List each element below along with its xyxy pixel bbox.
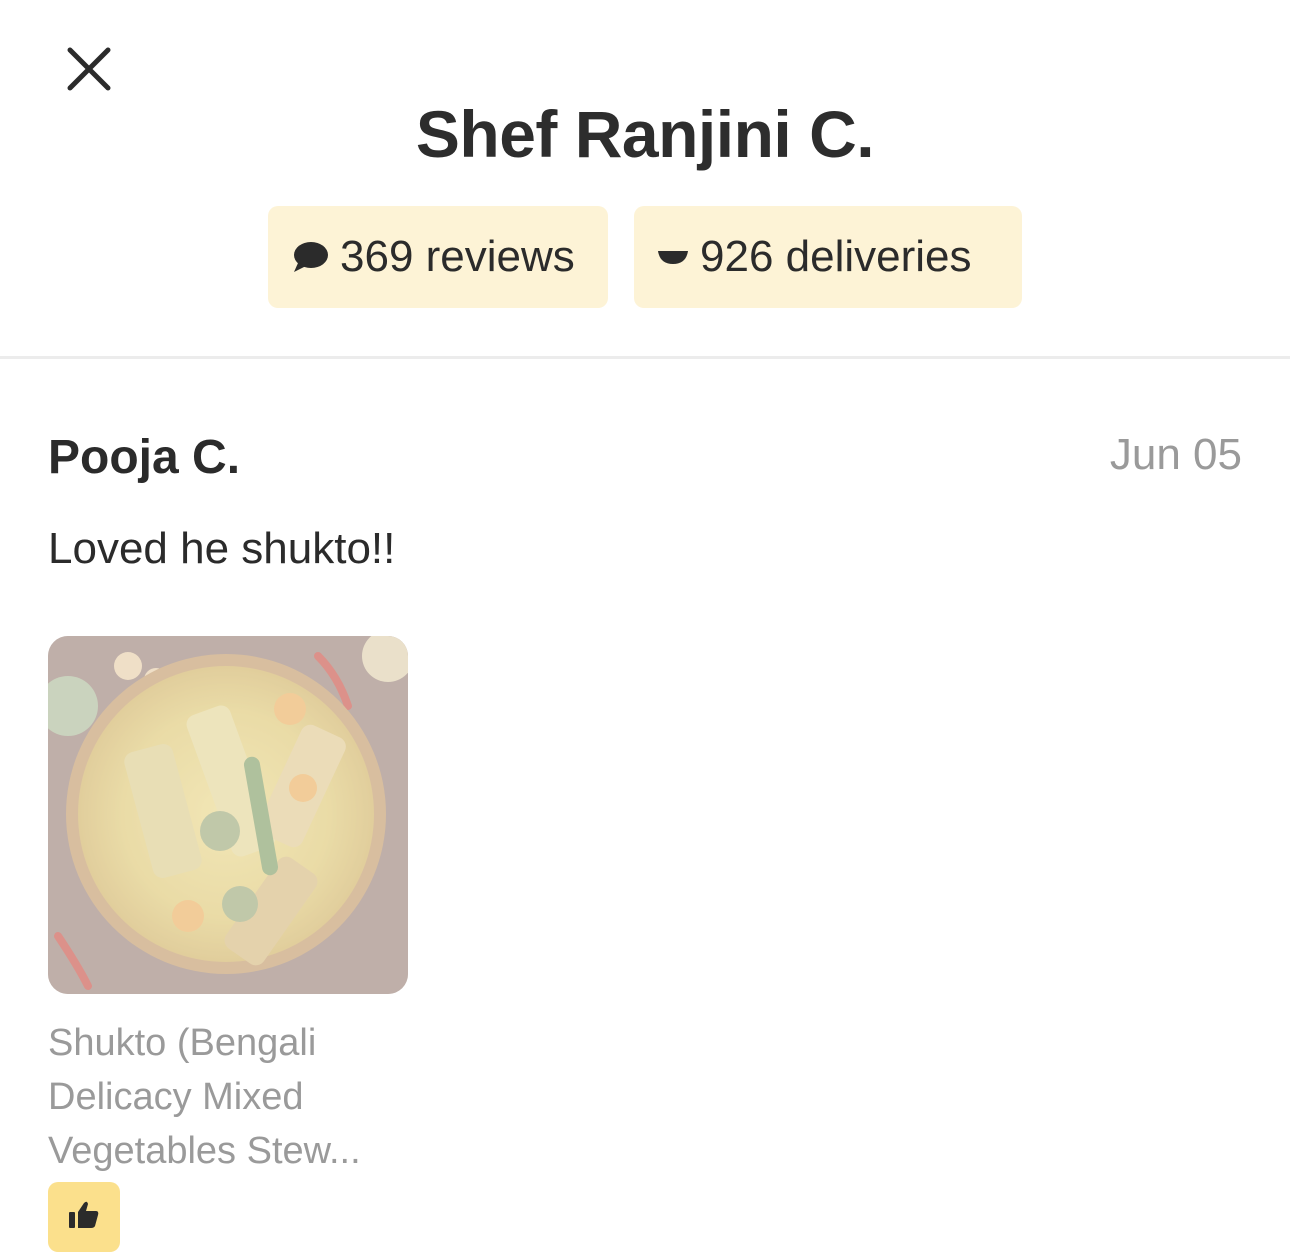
page-title: Shef Ranjini C. xyxy=(415,97,875,171)
reviewer-name: Pooja C. xyxy=(48,431,241,484)
header-divider xyxy=(0,356,1290,359)
close-icon xyxy=(67,47,111,91)
stats-row: 369 reviews 926 deliveries xyxy=(0,206,1290,308)
reviews-count-label: 369 reviews xyxy=(340,232,575,281)
deliveries-count-label: 926 deliveries xyxy=(700,232,972,281)
reviews-count-button[interactable]: 369 reviews xyxy=(268,206,608,308)
chat-bubble-icon xyxy=(290,239,330,275)
dish-photo[interactable] xyxy=(48,636,408,994)
dish-name[interactable]: Shukto (Bengali Delicacy Mixed Vegetable… xyxy=(48,1016,428,1178)
like-button[interactable] xyxy=(48,1182,120,1252)
review-date: Jun 05 xyxy=(1109,430,1242,479)
review-text: Loved he shukto!! xyxy=(48,524,396,573)
thumbs-up-icon xyxy=(67,1200,101,1235)
close-button[interactable] xyxy=(62,42,116,96)
deliveries-count-button[interactable]: 926 deliveries xyxy=(634,206,1022,308)
bowl-icon xyxy=(656,247,690,267)
